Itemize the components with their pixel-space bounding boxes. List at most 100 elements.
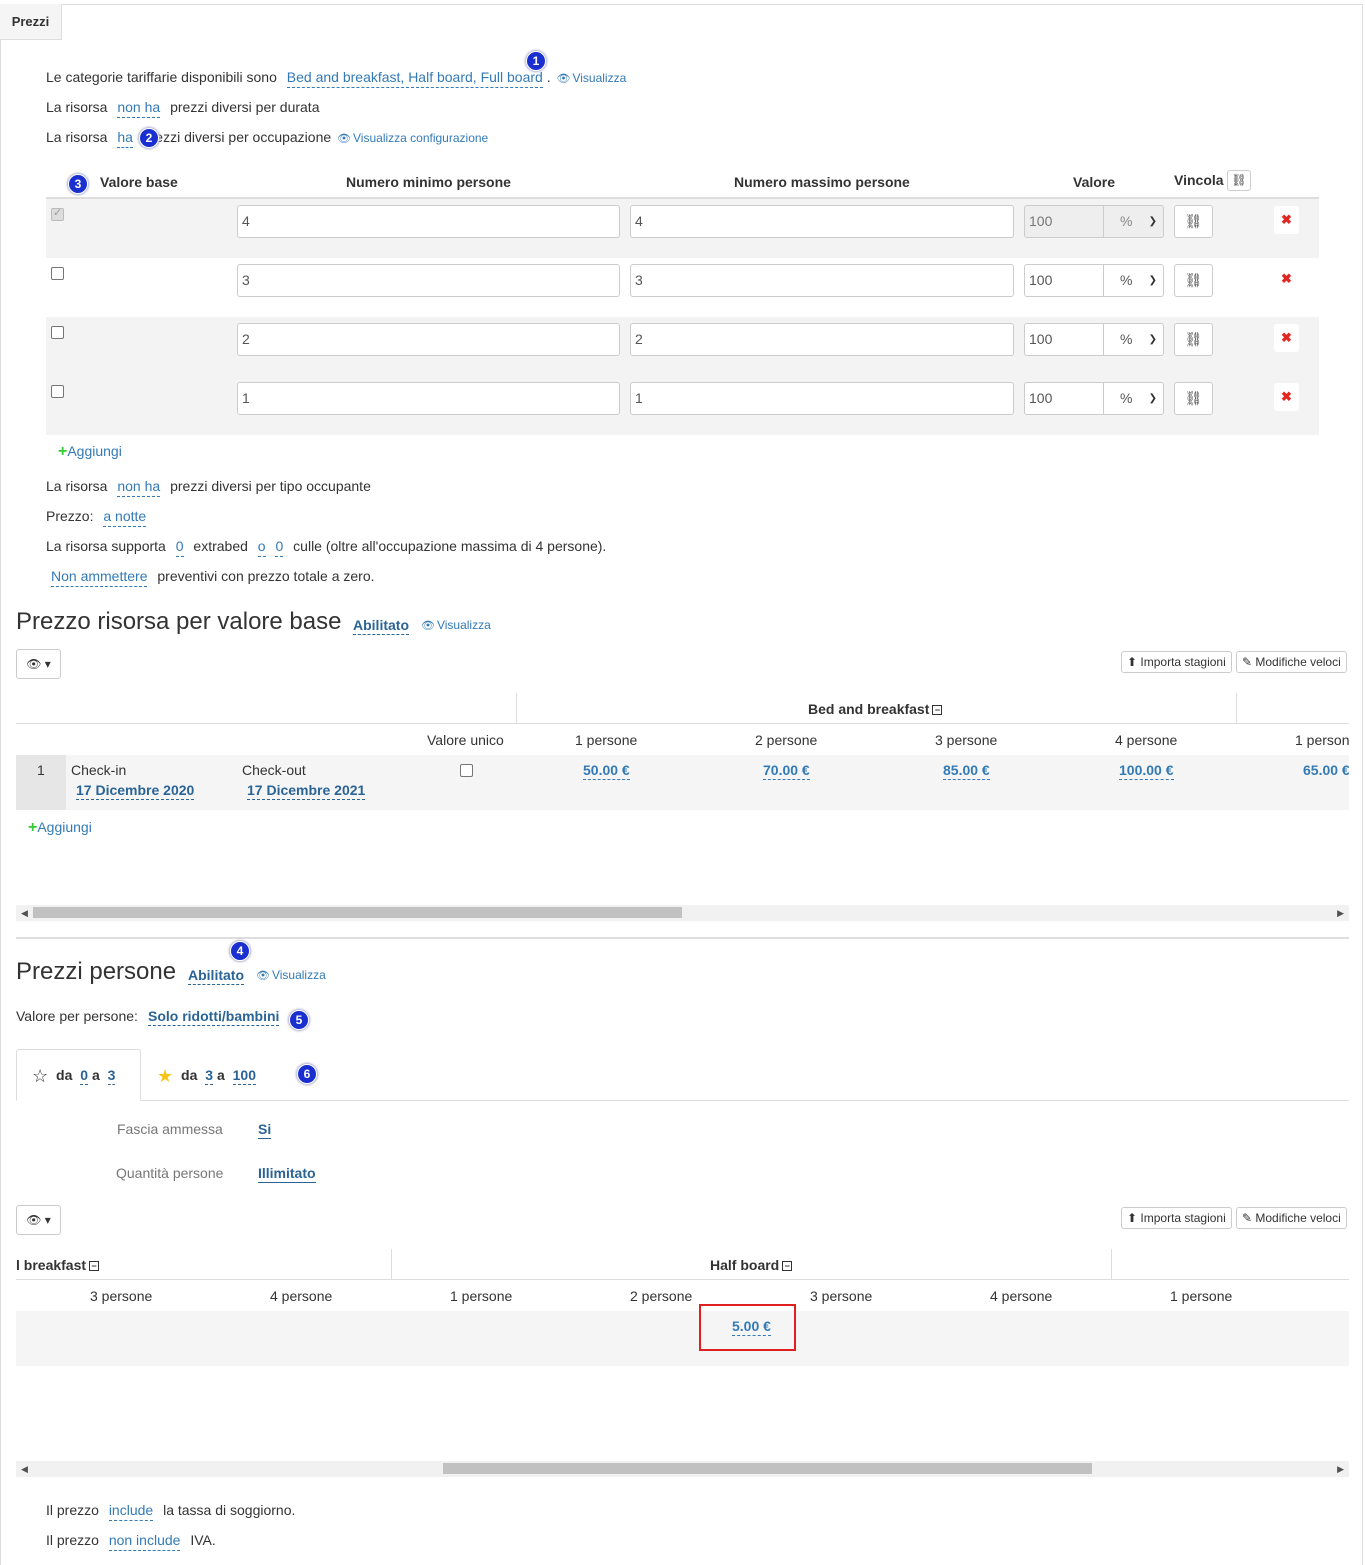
header-divider [16,1279,1349,1280]
bind-button[interactable]: ⛓ [1174,323,1213,356]
checkout-date-link[interactable]: 17 Dicembre 2021 [247,782,366,800]
import-seasons-button[interactable]: ⬆ Importa stagioni [1121,651,1232,673]
person-prices-view-link[interactable]: 👁 Visualizza [256,968,326,982]
base-value-checkbox[interactable] [51,385,64,398]
price-cell[interactable]: 85.00 € [943,762,990,780]
bind-button[interactable]: ⛓ [1174,264,1213,297]
band-allowed-link[interactable]: Si [258,1121,272,1139]
tab-to-link[interactable]: 3 [107,1067,116,1085]
value-input[interactable]: 100 [1024,323,1104,356]
col-person-header: 3 persone [90,1288,153,1304]
min-persons-input[interactable]: 2 [237,323,620,356]
horizontal-scrollbar[interactable]: ◀ ▶ [16,1461,1349,1477]
columns-toggle-button[interactable]: 👁 ▾ [16,1205,61,1235]
price-cell[interactable]: 70.00 € [763,762,810,780]
view-label: Visualizza [572,71,627,85]
value-input[interactable]: 100 [1024,264,1104,297]
view-config-link[interactable]: 👁 Visualizza configurazione [337,131,488,145]
value-for-link[interactable]: Solo ridotti/bambini [148,1008,280,1026]
plus-icon: + [58,443,68,460]
vat-value-link[interactable]: non include [108,1532,181,1551]
unit-select[interactable]: % ❯ [1104,205,1164,238]
base-value-checkbox[interactable] [51,206,64,221]
scrollbar-thumb[interactable] [443,1463,1092,1474]
bind-button[interactable]: ⛓ [1174,205,1213,238]
min-persons-input[interactable]: 4 [237,205,620,238]
price-cell[interactable]: 100.00 € [1119,762,1174,780]
zero-price-link[interactable]: Non ammettere [51,568,148,587]
scrollbar-thumb[interactable] [33,907,682,918]
min-persons-input[interactable]: 1 [237,382,620,415]
unit-select[interactable]: % ❯ [1104,382,1164,415]
col-divider [516,693,517,724]
tab-from-link[interactable]: 3 [205,1067,214,1085]
max-persons-input[interactable]: 3 [630,264,1014,297]
price-cell[interactable]: 50.00 € [583,762,630,780]
scroll-right-icon[interactable]: ▶ [1337,905,1344,921]
cribs-value-link[interactable]: 0 [275,538,284,557]
vat-prefix: Il prezzo [46,1532,99,1548]
base-value-checkbox[interactable] [51,326,64,339]
tax-suffix: la tassa di soggiorno. [163,1502,296,1518]
max-persons-input[interactable]: 1 [630,382,1014,415]
max-persons-input[interactable]: 4 [630,205,1014,238]
occupant-value-link[interactable]: non ha [117,478,161,497]
add-season-button[interactable]: +Aggiungi [28,819,92,837]
min-persons-input[interactable]: 3 [237,264,620,297]
tabs-baseline [16,1100,1349,1101]
eye-icon: 👁 [556,73,571,85]
tab-age-band-1[interactable]: ★ da 3 a 100 [157,1066,256,1087]
tax-value-link[interactable]: include [108,1502,154,1521]
categories-prefix: Le categorie tariffarie disponibili sono [46,69,277,85]
category-header[interactable]: l breakfast − [16,1257,100,1273]
price-unit-link[interactable]: a notte [103,508,147,527]
base-price-status-link[interactable]: Abilitato [353,617,409,635]
quick-edit-button[interactable]: ✎ Modifiche veloci [1236,651,1347,673]
view-config-label: Visualizza configurazione [353,131,489,145]
columns-toggle-button[interactable]: 👁 ▾ [16,649,61,679]
price-cell[interactable]: 65.00 € [1303,762,1349,778]
import-label: Importa stagioni [1140,1211,1226,1225]
tab-prezzi[interactable]: Prezzi [0,4,62,40]
scroll-left-icon[interactable]: ◀ [21,905,28,921]
checkin-date-link[interactable]: 17 Dicembre 2020 [76,782,195,800]
category-header[interactable]: Bed and breakfast − [808,701,943,717]
tab-to-link[interactable]: 100 [232,1067,256,1085]
person-prices-status-link[interactable]: Abilitato [188,967,244,985]
bind-button[interactable]: ⛓ [1174,382,1213,415]
checkin-date: 17 Dicembre 2020 [76,782,195,800]
scroll-right-icon[interactable]: ▶ [1337,1461,1344,1477]
bind-all-button[interactable]: ⛓ [1227,170,1251,191]
single-value-checkbox[interactable] [460,764,473,777]
extrabed-value-link[interactable]: 0 [175,538,184,557]
delete-row-button[interactable]: ✖ [1274,383,1299,411]
delete-row-button[interactable]: ✖ [1274,324,1299,352]
col-person-header: 1 persone [450,1288,513,1304]
unit-select[interactable]: % ❯ [1104,264,1164,297]
category-header[interactable]: Half board − [710,1257,793,1273]
tab-from-link[interactable]: 0 [80,1067,89,1085]
quick-edit-button[interactable]: ✎ Modifiche veloci [1236,1207,1347,1229]
base-value-checkbox[interactable] [51,267,64,280]
value-input[interactable]: 100 [1024,382,1104,415]
horizontal-scrollbar[interactable]: ◀ ▶ [16,905,1349,921]
extrabed-conj-link[interactable]: o [257,538,266,557]
add-occupancy-button[interactable]: +Aggiungi [58,443,122,461]
price-cell[interactable]: 5.00 € [732,1318,771,1336]
quantity-link[interactable]: Illimitato [258,1165,316,1183]
band-allowed-value: Si [258,1121,272,1139]
unlink-icon: ⛓ [1184,213,1203,229]
delete-row-button[interactable]: ✖ [1274,265,1299,293]
max-persons-input[interactable]: 2 [630,323,1014,356]
unit-select[interactable]: % ❯ [1104,323,1164,356]
duration-value-link[interactable]: non ha [117,99,161,118]
value-input[interactable]: 100 [1024,205,1104,238]
categories-view-link[interactable]: 👁 Visualizza [557,71,627,85]
header-divider [16,723,1349,724]
categories-value-link[interactable]: Bed and breakfast, Half board, Full boar… [286,69,543,88]
scroll-left-icon[interactable]: ◀ [21,1461,28,1477]
import-seasons-button[interactable]: ⬆ Importa stagioni [1121,1207,1232,1229]
occupancy-value-link[interactable]: ha [117,129,133,148]
delete-row-button[interactable]: ✖ [1274,206,1299,234]
base-price-view-link[interactable]: 👁 Visualizza [421,618,491,632]
